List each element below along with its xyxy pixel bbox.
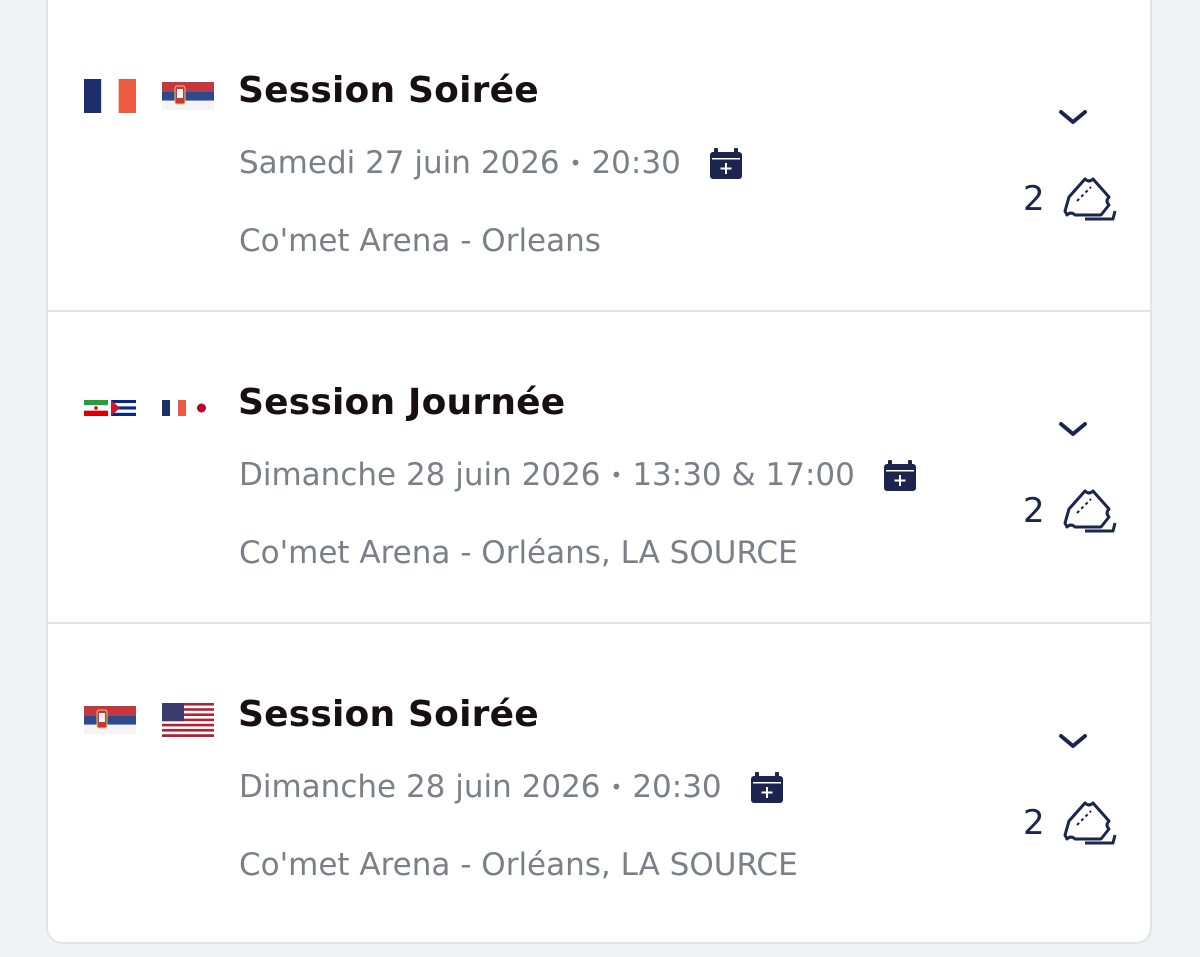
ticket-count: 2: [1023, 179, 1045, 219]
session-date: Dimanche 28 juin 2026: [239, 769, 601, 805]
separator-dot: •: [610, 775, 623, 799]
serbia-flag: [84, 706, 136, 734]
session-datetime: Samedi 27 juin 2026 • 20:30: [239, 145, 743, 181]
iran-cuba-flags: [84, 400, 136, 416]
france-flag: [84, 79, 136, 113]
session-title: Session Soirée: [238, 694, 539, 735]
add-to-calendar-icon[interactable]: [750, 770, 784, 804]
usa-flag: [162, 703, 214, 737]
tickets-icon: [1055, 167, 1119, 231]
session-datetime: Dimanche 28 juin 2026 • 20:30: [239, 769, 784, 805]
chevron-down-icon[interactable]: [1053, 726, 1093, 756]
session-time: 13:30 & 17:00: [632, 457, 855, 493]
session-location: Co'met Arena - Orleans: [239, 223, 601, 259]
session-date: Samedi 27 juin 2026: [239, 145, 560, 181]
ticket-count: 2: [1023, 491, 1045, 531]
tickets-icon: [1055, 791, 1119, 855]
session-time: 20:30: [591, 145, 681, 181]
separator-dot: •: [569, 151, 582, 175]
separator-dot: •: [610, 463, 623, 487]
session-item[interactable]: Session Soirée Samedi 27 juin 2026 • 20:…: [48, 2, 1150, 312]
add-to-calendar-icon[interactable]: [883, 458, 917, 492]
chevron-down-icon[interactable]: [1053, 414, 1093, 444]
chevron-down-icon[interactable]: [1053, 102, 1093, 132]
france-japan-flags: [162, 400, 214, 416]
ticket-count-badge: 2: [1023, 167, 1119, 231]
session-date: Dimanche 28 juin 2026: [239, 457, 601, 493]
ticket-count: 2: [1023, 803, 1045, 843]
session-location: Co'met Arena - Orléans, LA SOURCE: [239, 847, 798, 883]
session-location: Co'met Arena - Orléans, LA SOURCE: [239, 535, 798, 571]
add-to-calendar-icon[interactable]: [709, 146, 743, 180]
session-title: Session Soirée: [238, 70, 539, 111]
sessions-card: Session Soirée Samedi 27 juin 2026 • 20:…: [46, 0, 1152, 944]
session-time: 20:30: [632, 769, 722, 805]
ticket-count-badge: 2: [1023, 479, 1119, 543]
tickets-icon: [1055, 479, 1119, 543]
session-item[interactable]: Session Journée Dimanche 28 juin 2026 • …: [48, 314, 1150, 624]
ticket-count-badge: 2: [1023, 791, 1119, 855]
session-item[interactable]: Session Soirée Dimanche 28 juin 2026 • 2…: [48, 626, 1150, 936]
serbia-flag: [162, 82, 214, 110]
session-title: Session Journée: [238, 382, 566, 423]
session-datetime: Dimanche 28 juin 2026 • 13:30 & 17:00: [239, 457, 917, 493]
